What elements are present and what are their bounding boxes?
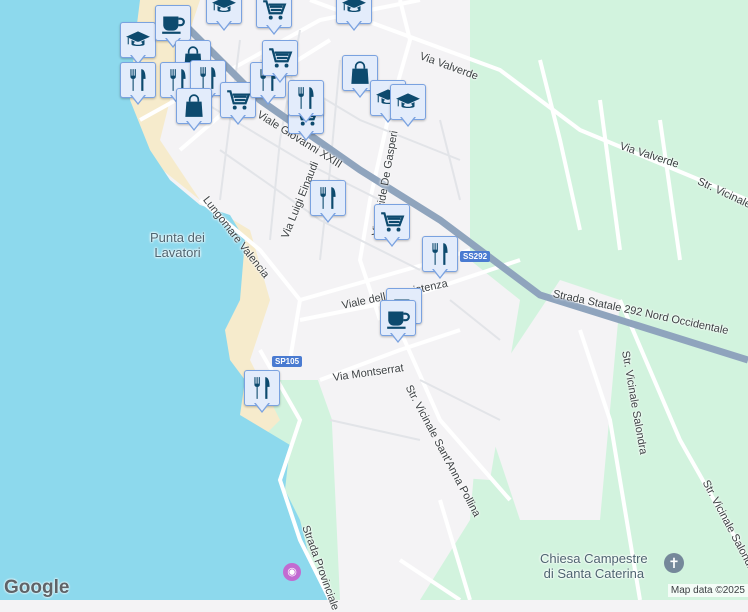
restaurant-icon — [249, 375, 275, 401]
restaurant-icon — [293, 85, 319, 111]
place-label-line: Lavatori — [154, 245, 201, 260]
place-label-line: di Santa Caterina — [543, 566, 645, 581]
shopping-marker[interactable] — [176, 88, 212, 134]
route-shield: SS292 — [460, 251, 491, 262]
restaurant-icon — [427, 241, 453, 267]
restaurant-icon — [315, 185, 341, 211]
shopping-cart-icon — [267, 45, 293, 71]
shopping-cart-marker[interactable] — [256, 0, 292, 38]
shopping-cart-marker[interactable] — [262, 40, 298, 86]
cafe-marker[interactable] — [380, 300, 416, 346]
shopping-cart-icon — [379, 209, 405, 235]
education-marker[interactable] — [206, 0, 242, 34]
education-icon — [125, 27, 151, 53]
photo-spot-icon[interactable]: ◉ — [283, 563, 301, 581]
church-icon[interactable]: ✝ — [664, 553, 684, 573]
restaurant-marker[interactable] — [244, 370, 280, 416]
place-label-chiesa[interactable]: Chiesa Campestre di Santa Caterina — [540, 551, 648, 581]
map-attribution[interactable]: Map data ©2025 — [667, 584, 748, 597]
place-label-line: Chiesa Campestre — [540, 551, 648, 566]
restaurant-marker[interactable] — [288, 80, 324, 126]
route-shield: SP105 — [272, 356, 303, 367]
shopping-cart-icon — [225, 87, 251, 113]
place-label-line: Punta dei — [150, 230, 205, 245]
cafe-icon — [385, 305, 411, 331]
education-marker[interactable] — [336, 0, 372, 34]
google-logo: Google — [4, 577, 70, 598]
shopping-cart-marker[interactable] — [374, 204, 410, 250]
education-icon — [341, 0, 367, 19]
restaurant-marker[interactable] — [120, 62, 156, 108]
place-label-punta-dei-lavatori[interactable]: Punta dei Lavatori — [150, 230, 205, 260]
education-icon — [211, 0, 237, 19]
shopping-icon — [181, 93, 207, 119]
restaurant-marker[interactable] — [310, 180, 346, 226]
cafe-icon — [160, 10, 186, 36]
restaurant-marker[interactable] — [422, 236, 458, 282]
education-icon — [395, 89, 421, 115]
restaurant-icon — [125, 67, 151, 93]
shopping-cart-icon — [261, 0, 287, 23]
education-marker[interactable] — [390, 84, 426, 130]
